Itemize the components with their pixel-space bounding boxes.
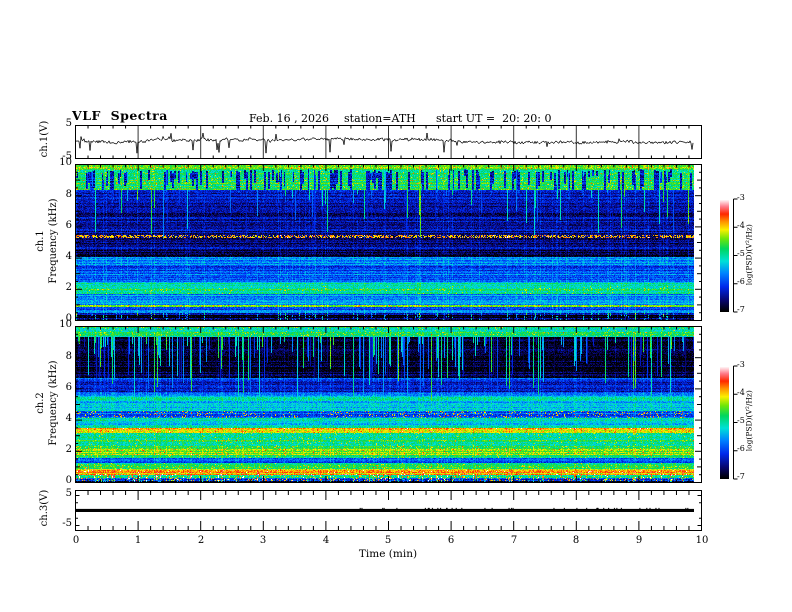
xtick-10: 10 [695,535,709,546]
spec2-y-axis-label: Frequency (kHz) [48,360,59,446]
xtick-3: 3 [259,535,267,546]
spec2-ytick-10: 10 [59,319,72,330]
xtick-9: 9 [635,535,643,546]
wave3-ytick-max: 5 [65,488,72,499]
colorbar-ch1 [720,198,738,314]
wave1-y-axis-label: ch.1(V) [39,120,50,158]
xtick-0: 0 [72,535,80,546]
wave1-ytick-max: 5 [65,118,72,129]
xtick-5: 5 [384,535,392,546]
x-axis-label: Time (min) [358,548,418,560]
ch3-voltage-waveform-plot [75,490,702,531]
spec1-ytick-10: 10 [59,157,72,168]
xtick-8: 8 [572,535,580,546]
start-ut-label: start UT = 20: 20: 0 [436,112,552,125]
xtick-7: 7 [510,535,518,546]
wave3-y-axis-label: ch.3(V) [39,489,50,527]
ch2-spectrogram [75,326,702,483]
spec2-channel-label: ch.2 [35,392,46,414]
page-title: VLF Spectra [72,108,168,123]
station-label: station=ATH [344,112,416,125]
colorbar-ch2 [720,365,738,481]
ch1-spectrogram [75,164,702,321]
vlf-spectra-figure: VLF Spectra Feb. 16 , 2026 station=ATH s… [0,0,792,612]
cbar2-axis-label: log(PSD)(V²/Hz) [744,390,754,452]
xtick-4: 4 [322,535,330,546]
ch1-voltage-waveform-plot [75,125,702,159]
xtick-1: 1 [134,535,142,546]
wave3-ytick-min: -5 [62,518,72,529]
date-label: Feb. 16 , 2026 [249,112,330,125]
spec2-ytick-0: 0 [65,475,72,486]
spec1-channel-label: ch.1 [35,230,46,252]
cbar1-axis-label: log(PSD)(V²/Hz) [744,224,754,286]
spec1-y-axis-label: Frequency (kHz) [48,198,59,284]
xtick-6: 6 [447,535,455,546]
xtick-2: 2 [197,535,205,546]
